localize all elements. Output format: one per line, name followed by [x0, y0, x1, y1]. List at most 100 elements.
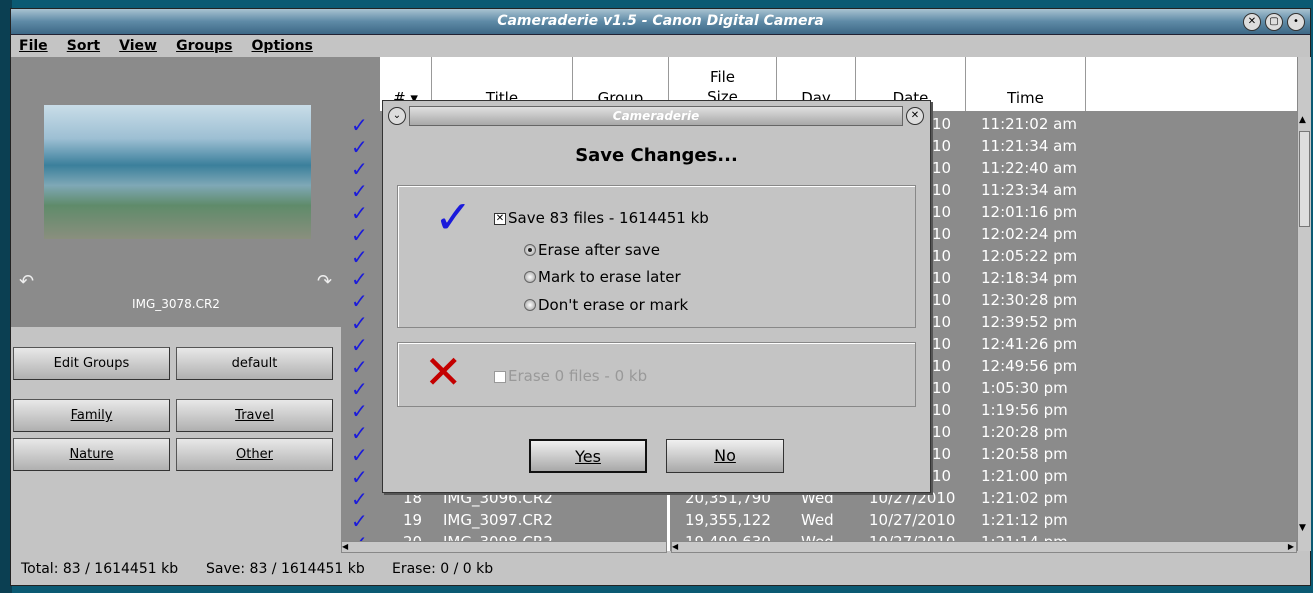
row-date: 10	[932, 159, 952, 177]
yes-button[interactable]: Yes	[529, 439, 647, 473]
family-group-button[interactable]: Family	[13, 399, 170, 432]
scroll-up-icon[interactable]: ▲	[1299, 115, 1310, 127]
row-time: 11:21:02 am	[981, 115, 1077, 133]
row-check-icon[interactable]: ✓	[351, 113, 368, 137]
dont-erase-label[interactable]: Don't erase or mark	[538, 296, 688, 314]
mark-to-erase-label[interactable]: Mark to erase later	[538, 268, 681, 286]
row-time: 12:39:52 pm	[981, 313, 1078, 331]
row-check-icon[interactable]: ✓	[351, 377, 368, 401]
row-check-icon[interactable]: ✓	[351, 289, 368, 313]
scroll-down-icon[interactable]: ▼	[1299, 523, 1310, 535]
row-date: 10	[932, 335, 952, 353]
row-date: 10	[932, 291, 952, 309]
row-time: 12:02:24 pm	[981, 225, 1078, 243]
row-check-icon[interactable]: ✓	[351, 135, 368, 159]
menu-view[interactable]: View	[119, 35, 157, 57]
menu-options[interactable]: Options	[252, 35, 313, 57]
default-group-button[interactable]: default	[176, 347, 333, 380]
title-bar[interactable]: Cameraderie v1.5 - Canon Digital Camera …	[11, 9, 1310, 35]
row-check-icon[interactable]: ✓	[351, 509, 368, 533]
column-time-label: Time	[1007, 89, 1044, 107]
menu-bar: File Sort View Groups Options	[11, 35, 1310, 57]
save-changes-dialog: ⌄ Cameraderie ✕ Save Changes... ✓ ✕ Save…	[382, 100, 931, 493]
column-time[interactable]: Time	[966, 57, 1086, 111]
dialog-close-icon[interactable]: ✕	[906, 107, 924, 125]
row-check-icon[interactable]: ✓	[351, 223, 368, 247]
other-group-button[interactable]: Other	[176, 438, 333, 471]
preview-filename: IMG_3078.CR2	[132, 297, 220, 311]
check-column-header	[341, 57, 380, 111]
erase-x-icon: ✕	[424, 345, 463, 399]
scroll-right-icon[interactable]: ▶	[1288, 542, 1294, 551]
erase-after-save-label[interactable]: Erase after save	[538, 241, 660, 259]
vertical-scrollbar[interactable]: ▲ ▼	[1297, 57, 1311, 551]
scroll-thumb[interactable]	[1299, 131, 1310, 227]
status-total: Total: 83 / 1614451 kb	[21, 561, 179, 577]
travel-group-button[interactable]: Travel	[176, 399, 333, 432]
row-check-icon[interactable]: ✓	[351, 443, 368, 467]
row-check-icon[interactable]: ✓	[351, 333, 368, 357]
horizontal-scrollbar-right[interactable]: ◀ ▶	[671, 541, 1297, 553]
window-title: Cameraderie v1.5 - Canon Digital Camera	[497, 13, 824, 29]
row-time: 1:21:00 pm	[981, 467, 1068, 485]
row-check-icon[interactable]: ✓	[351, 179, 368, 203]
row-check-icon[interactable]: ✓	[351, 487, 368, 511]
menu-groups[interactable]: Groups	[176, 35, 232, 57]
row-date: 10	[932, 115, 952, 133]
erase-checkbox[interactable]	[494, 371, 506, 383]
save-check-icon: ✓	[434, 190, 473, 244]
status-erase: Erase: 0 / 0 kb	[392, 561, 494, 577]
row-check-icon[interactable]: ✓	[351, 267, 368, 291]
erase-after-save-radio[interactable]	[524, 244, 536, 256]
save-files-label[interactable]: Save 83 files - 1614451 kb	[508, 209, 709, 227]
row-date: 10	[932, 269, 952, 287]
save-checkbox[interactable]: ✕	[494, 213, 506, 225]
row-time: 12:41:26 pm	[981, 335, 1078, 353]
dont-erase-radio[interactable]	[524, 299, 536, 311]
row-check-icon[interactable]: ✓	[351, 399, 368, 423]
row-check-icon[interactable]: ✓	[351, 311, 368, 335]
row-check-icon[interactable]: ✓	[351, 201, 368, 225]
row-check-icon[interactable]: ✓	[351, 157, 368, 181]
row-time: 1:20:58 pm	[981, 445, 1068, 463]
horizontal-scrollbar-left[interactable]: ◀	[341, 541, 667, 553]
row-date: 10	[932, 445, 952, 463]
close-icon[interactable]: ✕	[1243, 13, 1261, 31]
mark-to-erase-radio[interactable]	[524, 271, 536, 283]
nature-group-button[interactable]: Nature	[13, 438, 170, 471]
row-time: 1:20:28 pm	[981, 423, 1068, 441]
edit-groups-button[interactable]: Edit Groups	[13, 347, 170, 380]
row-check-icon[interactable]: ✓	[351, 245, 368, 269]
erase-group-box: ✕ Erase 0 files - 0 kb	[397, 342, 916, 407]
row-time: 11:21:34 am	[981, 137, 1077, 155]
row-date: 10	[932, 313, 952, 331]
status-save: Save: 83 / 1614451 kb	[206, 561, 365, 577]
no-button[interactable]: No	[666, 439, 784, 473]
group-buttons: Edit Groups default Family Travel Nature…	[11, 327, 341, 551]
row-date: 10	[932, 225, 952, 243]
column-filler	[1086, 57, 1297, 111]
row-date: 10	[932, 203, 952, 221]
row-time: 1:05:30 pm	[981, 379, 1068, 397]
maximize-icon[interactable]: ▢	[1265, 13, 1283, 31]
photo-thumbnail[interactable]	[44, 105, 311, 239]
minimize-icon[interactable]: •	[1287, 13, 1305, 31]
row-date: 10	[932, 379, 952, 397]
row-time: 11:23:34 am	[981, 181, 1077, 199]
rotate-right-icon[interactable]: ↷	[317, 271, 332, 292]
table-row[interactable]: ✓ 19 IMG_3097.CR2 19,355,122 Wed 10/27/2010 1:…	[341, 509, 1297, 533]
menu-sort[interactable]: Sort	[67, 35, 100, 57]
row-file-size: 19,355,122	[685, 511, 771, 529]
row-check-icon[interactable]: ✓	[351, 355, 368, 379]
dialog-menu-icon[interactable]: ⌄	[388, 107, 406, 125]
row-date: 10	[932, 401, 952, 419]
scroll-left-icon[interactable]: ◀	[672, 542, 678, 551]
erase-files-label[interactable]: Erase 0 files - 0 kb	[508, 367, 647, 385]
row-date: 10	[932, 357, 952, 375]
preview-panel: ↶ ↷ IMG_3078.CR2	[11, 57, 341, 327]
rotate-left-icon[interactable]: ↶	[19, 271, 34, 292]
row-check-icon[interactable]: ✓	[351, 465, 368, 489]
scroll-left-icon[interactable]: ◀	[342, 542, 348, 551]
menu-file[interactable]: File	[19, 35, 48, 57]
row-check-icon[interactable]: ✓	[351, 421, 368, 445]
